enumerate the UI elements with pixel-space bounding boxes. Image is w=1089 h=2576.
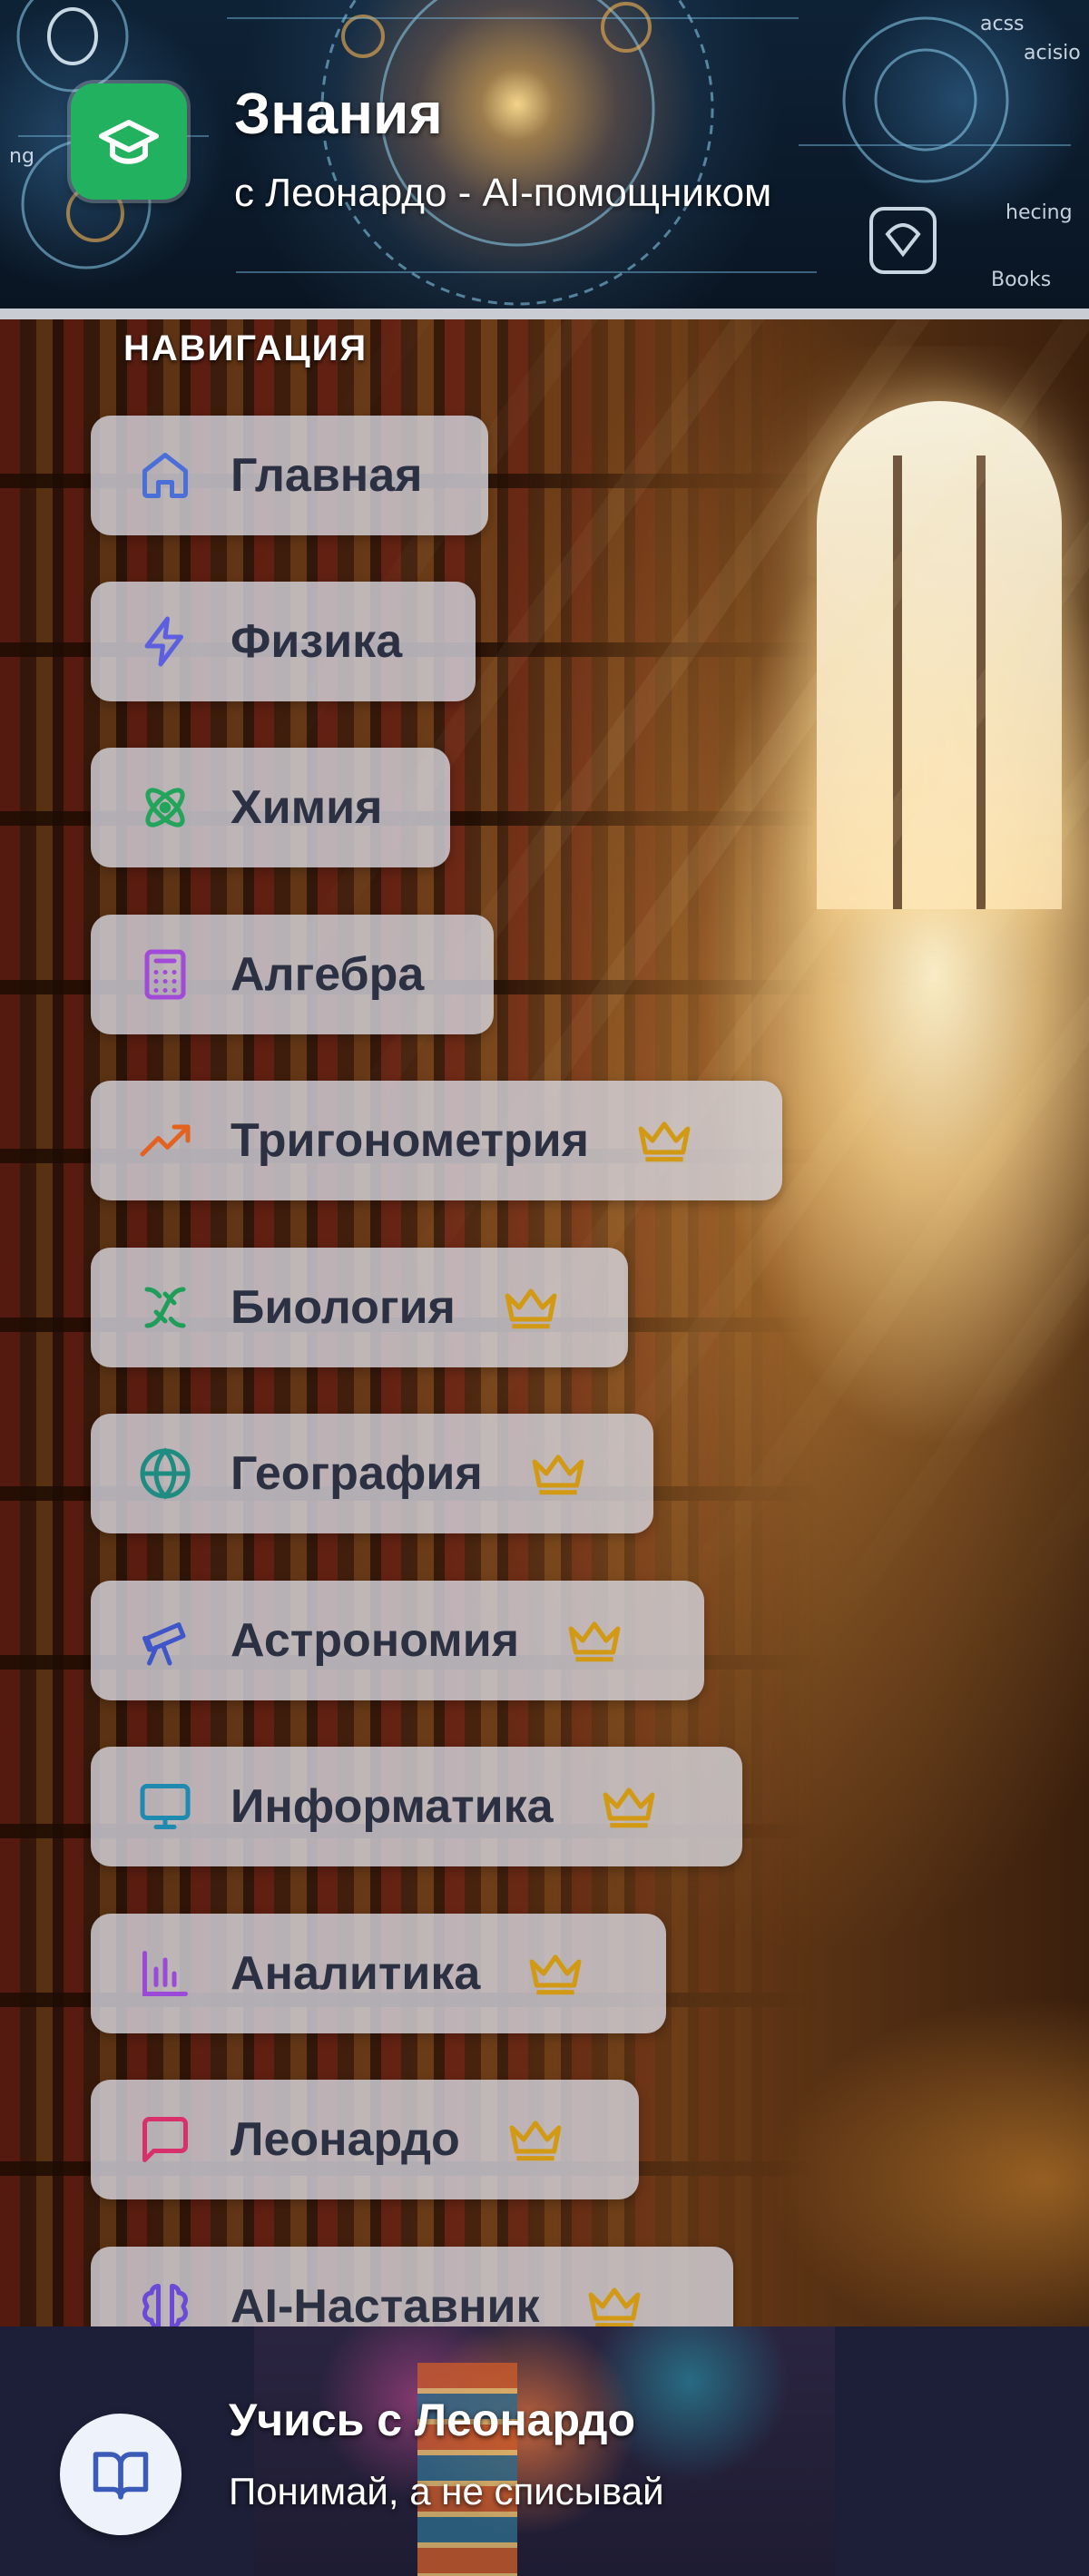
nav-item-trigonometry[interactable]: Тригонометрия bbox=[91, 1081, 782, 1200]
crown-icon bbox=[528, 1448, 588, 1499]
app-logo[interactable] bbox=[71, 83, 187, 200]
footer-illustration bbox=[254, 2326, 835, 2576]
atom-icon bbox=[136, 779, 194, 837]
nav-item-label: Информатика bbox=[231, 1780, 554, 1833]
trending-up-icon bbox=[136, 1112, 194, 1170]
footer-title: Учись с Леонардо bbox=[229, 2395, 636, 2445]
nav-item-label: Тригонометрия bbox=[231, 1114, 589, 1167]
footer-subtitle: Понимай, а не списывай bbox=[229, 2470, 664, 2512]
nav-item-label: AI-Наставник bbox=[231, 2280, 540, 2333]
nav-item-analytics[interactable]: Аналитика bbox=[91, 1914, 666, 2033]
nav-item-home[interactable]: Главная bbox=[91, 416, 488, 535]
footer-badge[interactable] bbox=[60, 2414, 182, 2535]
message-icon bbox=[136, 2111, 194, 2169]
monitor-icon bbox=[136, 1778, 194, 1836]
nav-item-chemistry[interactable]: Химия bbox=[91, 748, 450, 867]
crown-icon bbox=[564, 1615, 624, 1666]
app-subtitle: с Леонардо - AI-помощником bbox=[234, 171, 772, 215]
header-decor-text: Books bbox=[991, 269, 1052, 291]
header-decor-text: ng bbox=[9, 145, 34, 168]
nav-item-label: Биология bbox=[231, 1281, 456, 1334]
header-decor-text: acisio bbox=[1024, 42, 1081, 64]
nav-item-label: Химия bbox=[231, 781, 383, 834]
nav-item-label: Аналитика bbox=[231, 1947, 481, 2000]
calculator-icon bbox=[136, 945, 194, 1004]
nav-item-astronomy[interactable]: Астрономия bbox=[91, 1581, 704, 1700]
header-decor-text: acss bbox=[980, 13, 1025, 35]
nav-heading: НАВИГАЦИЯ bbox=[123, 328, 368, 368]
app-header: acss acisio ng hecing Books Знания с Лео… bbox=[0, 0, 1089, 319]
home-icon bbox=[136, 446, 194, 504]
app-title: Знания bbox=[234, 81, 443, 146]
book-open-icon bbox=[93, 2452, 149, 2500]
nav-item-biology[interactable]: Биология bbox=[91, 1248, 628, 1367]
nav-item-label: Астрономия bbox=[231, 1614, 520, 1667]
nav-item-label: География bbox=[231, 1447, 483, 1500]
nav-item-label: Главная bbox=[231, 449, 423, 502]
lightning-icon bbox=[136, 612, 194, 671]
nav-item-informatics[interactable]: Информатика bbox=[91, 1747, 742, 1866]
nav-item-label: Леонардо bbox=[231, 2113, 460, 2166]
telescope-icon bbox=[136, 1611, 194, 1670]
nav-item-geography[interactable]: География bbox=[91, 1414, 653, 1533]
crown-icon bbox=[634, 1115, 694, 1166]
nav-item-leonardo[interactable]: Леонардо bbox=[91, 2080, 639, 2199]
nav-item-label: Алгебра bbox=[231, 948, 425, 1001]
nav-item-algebra[interactable]: Алгебра bbox=[91, 915, 494, 1034]
nav-item-physics[interactable]: Физика bbox=[91, 582, 476, 701]
crown-icon bbox=[599, 1781, 659, 1832]
globe-icon bbox=[136, 1445, 194, 1503]
dna-icon bbox=[136, 1278, 194, 1337]
crown-icon bbox=[525, 1948, 585, 1999]
crown-icon bbox=[584, 2281, 644, 2332]
graduation-cap-icon bbox=[99, 120, 159, 164]
nav-item-label: Физика bbox=[231, 615, 403, 668]
header-decor-text: hecing bbox=[1006, 201, 1073, 224]
crown-icon bbox=[505, 2114, 565, 2165]
bar-chart-icon bbox=[136, 1944, 194, 2003]
crown-icon bbox=[501, 1282, 561, 1333]
